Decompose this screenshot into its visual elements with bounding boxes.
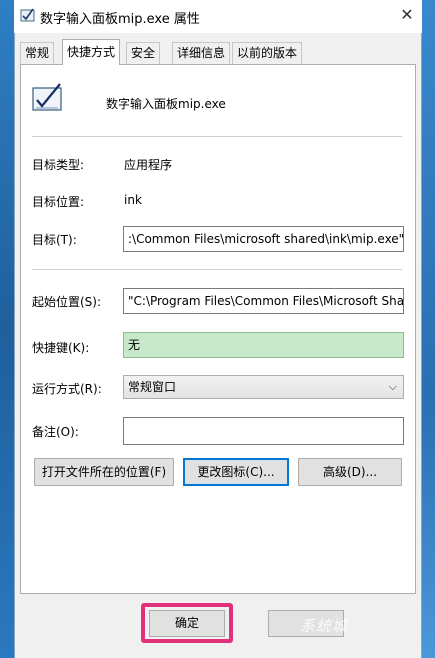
start-in-input[interactable]: "C:\Program Files\Common Files\Microsoft… bbox=[123, 288, 404, 314]
chevron-down-icon: ⌵ bbox=[388, 380, 397, 393]
separator bbox=[32, 269, 402, 270]
separator bbox=[32, 136, 402, 137]
open-file-location-button[interactable]: 打开文件所在的位置(F) bbox=[34, 458, 174, 486]
target-type-label: 目标类型: bbox=[32, 158, 85, 172]
advanced-button[interactable]: 高级(D)... bbox=[298, 458, 402, 486]
change-icon-button[interactable]: 更改图标(C)... bbox=[183, 458, 289, 486]
shortcut-app-icon bbox=[20, 8, 35, 22]
ok-button[interactable]: 确定 bbox=[149, 610, 225, 637]
tab-shortcut[interactable]: 快捷方式 bbox=[62, 39, 121, 65]
run-select[interactable]: 常规窗口 ⌵ bbox=[123, 375, 404, 399]
target-location-value: ink bbox=[124, 193, 142, 207]
tab-details[interactable]: 详细信息 bbox=[172, 42, 231, 64]
target-type-value: 应用程序 bbox=[124, 158, 173, 172]
start-in-label: 起始位置(S): bbox=[32, 295, 102, 309]
target-label: 目标(T): bbox=[32, 233, 77, 247]
run-label: 运行方式(R): bbox=[32, 382, 102, 396]
desktop-background-left bbox=[0, 0, 14, 658]
pen-tablet-icon bbox=[32, 83, 62, 111]
comment-label: 备注(O): bbox=[32, 425, 79, 439]
shortcut-panel bbox=[20, 64, 416, 594]
desktop-background-right bbox=[422, 0, 435, 658]
tab-previous-versions[interactable]: 以前的版本 bbox=[232, 42, 303, 64]
hotkey-label: 快捷键(K): bbox=[32, 341, 90, 355]
close-button[interactable]: ✕ bbox=[396, 4, 418, 26]
target-input[interactable]: :\Common Files\microsoft shared\ink\mip.… bbox=[123, 226, 404, 252]
shortcut-name: 数字输入面板mip.exe bbox=[106, 97, 226, 111]
target-location-label: 目标位置: bbox=[32, 195, 85, 209]
run-select-value: 常规窗口 bbox=[128, 380, 177, 394]
comment-input[interactable] bbox=[123, 417, 404, 445]
window-title: 数字输入面板mip.exe 属性 bbox=[40, 12, 200, 27]
hotkey-input[interactable]: 无 bbox=[123, 332, 404, 358]
tab-security[interactable]: 安全 bbox=[126, 42, 161, 64]
tab-general[interactable]: 常规 bbox=[20, 42, 55, 64]
watermark: 系统城 bbox=[300, 617, 349, 635]
